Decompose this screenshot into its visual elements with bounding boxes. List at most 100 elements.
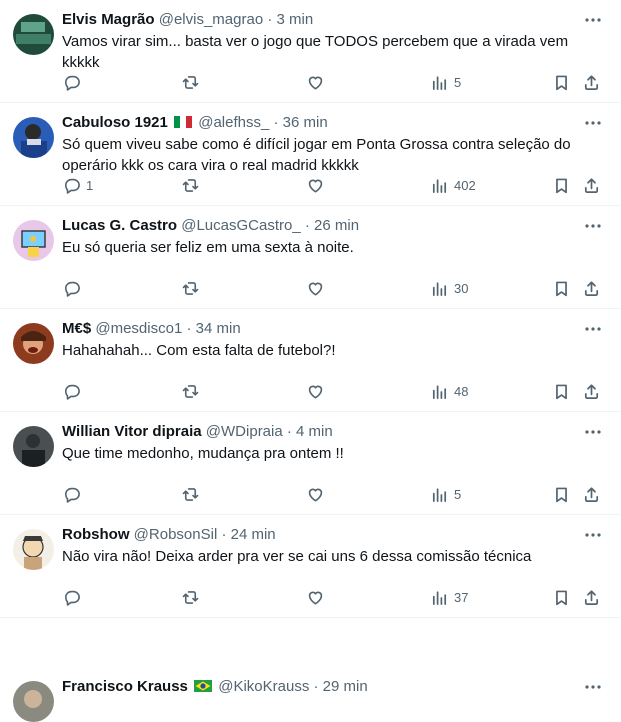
tweet-header: M€$ @mesdisco1 · 34 min [62, 319, 581, 339]
more-options-button[interactable] [583, 424, 603, 440]
tweet-header: Robshow @RobsonSil · 24 min [62, 525, 581, 545]
bookmark-button[interactable] [552, 586, 571, 608]
author-handle[interactable]: @mesdisco1 [95, 320, 182, 337]
author-name[interactable]: Willian Vitor dipraia [62, 423, 202, 440]
italy-flag-icon [174, 116, 193, 128]
author-handle[interactable]: @KikoKrauss [218, 678, 309, 695]
views-button[interactable]: 5 [430, 71, 461, 93]
reply-icon [64, 487, 80, 503]
avatar[interactable] [13, 220, 54, 261]
author-handle[interactable]: @WDipraia [206, 423, 283, 440]
tweet[interactable]: Willian Vitor dipraia @WDipraia · 4 min Q… [0, 412, 621, 515]
bookmark-icon [556, 590, 567, 605]
author-handle[interactable]: @LucasGCastro_ [181, 217, 300, 234]
tweet[interactable]: Lucas G. Castro @LucasGCastro_ · 26 min E… [0, 206, 621, 309]
like-button[interactable] [306, 277, 325, 299]
bookmark-icon [556, 281, 567, 296]
reply-button[interactable] [62, 277, 86, 299]
like-button[interactable] [306, 174, 325, 196]
timestamp[interactable]: 24 min [231, 526, 276, 543]
bookmark-button[interactable] [552, 277, 571, 299]
views-count: 37 [454, 589, 469, 605]
more-options-button[interactable] [583, 321, 603, 337]
share-button[interactable] [582, 586, 601, 608]
retweet-button[interactable] [181, 71, 200, 93]
reply-button[interactable] [62, 380, 86, 402]
author-name[interactable]: Francisco Krauss [62, 678, 188, 695]
avatar[interactable] [13, 323, 54, 364]
views-count: 5 [454, 486, 462, 502]
views-button[interactable]: 48 [430, 380, 468, 402]
reply-button[interactable] [62, 586, 86, 608]
more-icon [585, 430, 601, 434]
share-icon [584, 177, 599, 193]
tweet[interactable]: Robshow @RobsonSil · 24 min Não vira não!… [0, 515, 621, 618]
avatar[interactable] [13, 117, 54, 158]
retweet-button[interactable] [181, 277, 200, 299]
like-icon [308, 488, 323, 501]
views-button[interactable]: 402 [430, 174, 476, 196]
timeline-feed: Elvis Magrão @elvis_magrao · 3 min Vamos … [0, 0, 621, 618]
reply-button[interactable] [62, 71, 86, 93]
reply-button[interactable]: 1 [62, 174, 93, 196]
author-handle[interactable]: @RobsonSil [134, 526, 218, 543]
timestamp[interactable]: 4 min [296, 423, 333, 440]
share-button[interactable] [582, 71, 601, 93]
author-name[interactable]: Elvis Magrão [62, 11, 155, 28]
tweet-header: Willian Vitor dipraia @WDipraia · 4 min [62, 422, 581, 442]
like-button[interactable] [306, 71, 325, 93]
more-options-button[interactable] [583, 527, 603, 543]
tweet-text: Hahahahah... Com esta falta de futebol?! [62, 342, 336, 359]
timestamp[interactable]: 36 min [283, 114, 328, 131]
bookmark-icon [556, 178, 567, 193]
views-button[interactable]: 5 [430, 483, 461, 505]
author-name[interactable]: Robshow [62, 526, 130, 543]
bookmark-button[interactable] [552, 483, 571, 505]
avatar[interactable] [13, 14, 54, 55]
reply-icon [64, 281, 80, 297]
timestamp[interactable]: 29 min [323, 678, 368, 695]
more-icon [585, 224, 601, 228]
author-name[interactable]: Cabuloso 1921 [62, 114, 168, 131]
views-button[interactable]: 30 [430, 277, 468, 299]
timestamp[interactable]: 26 min [314, 217, 359, 234]
more-options-button[interactable] [583, 218, 603, 234]
author-name[interactable]: M€$ [62, 320, 91, 337]
partial-tweet[interactable]: Francisco Krauss @KikoKrauss · 29 min [0, 673, 621, 722]
retweet-button[interactable] [181, 174, 200, 196]
tweet-text: Não vira não! Deixa arder pra ver se cai… [62, 548, 532, 565]
tweet[interactable]: Cabuloso 1921 @alefhss_ · 36 min Só quem … [0, 103, 621, 206]
more-options-button[interactable] [583, 679, 603, 695]
retweet-button[interactable] [181, 380, 200, 402]
tweet-header: Lucas G. Castro @LucasGCastro_ · 26 min [62, 216, 581, 236]
like-button[interactable] [306, 380, 325, 402]
timestamp[interactable]: 3 min [277, 11, 314, 28]
retweet-button[interactable] [181, 586, 200, 608]
more-options-button[interactable] [583, 12, 603, 28]
author-handle[interactable]: @alefhss_ [198, 114, 269, 131]
bookmark-button[interactable] [552, 71, 571, 93]
retweet-icon [182, 75, 199, 89]
retweet-icon [182, 384, 199, 398]
avatar[interactable] [13, 426, 54, 467]
share-button[interactable] [582, 380, 601, 402]
more-icon [585, 533, 601, 537]
share-button[interactable] [582, 483, 601, 505]
more-options-button[interactable] [583, 115, 603, 131]
like-button[interactable] [306, 586, 325, 608]
avatar[interactable] [13, 529, 54, 570]
share-button[interactable] [582, 174, 601, 196]
author-name[interactable]: Lucas G. Castro [62, 217, 177, 234]
like-button[interactable] [306, 483, 325, 505]
views-button[interactable]: 37 [430, 586, 468, 608]
bookmark-button[interactable] [552, 174, 571, 196]
timestamp[interactable]: 34 min [196, 320, 241, 337]
bookmark-button[interactable] [552, 380, 571, 402]
tweet[interactable]: M€$ @mesdisco1 · 34 min Hahahahah... Com … [0, 309, 621, 412]
author-handle[interactable]: @elvis_magrao [159, 11, 263, 28]
tweet[interactable]: Elvis Magrão @elvis_magrao · 3 min Vamos … [0, 0, 621, 103]
share-button[interactable] [582, 277, 601, 299]
avatar[interactable] [13, 681, 54, 722]
retweet-button[interactable] [181, 483, 200, 505]
reply-button[interactable] [62, 483, 86, 505]
